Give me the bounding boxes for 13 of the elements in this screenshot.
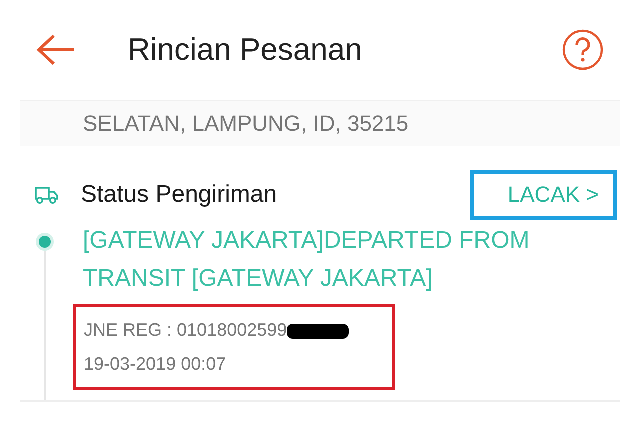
timestamp: 19-03-2019 00:07	[84, 354, 226, 374]
timeline-dot	[35, 232, 55, 252]
track-button[interactable]: LACAK >	[470, 170, 617, 220]
address-text: SELATAN, LAMPUNG, ID, 35215	[83, 110, 409, 138]
truck-icon	[35, 185, 59, 206]
courier-label: JNE REG :	[84, 320, 172, 340]
page-title: Rincian Pesanan	[128, 30, 362, 69]
section-title: Status Pengiriman	[81, 180, 278, 210]
back-icon[interactable]	[36, 34, 76, 66]
tracking-event: [GATEWAY JAKARTA]DEPARTED FROM TRANSIT [GATEWAY JAKARTA]	[83, 226, 531, 294]
help-icon[interactable]	[562, 29, 604, 71]
tracking-number: 01018002599	[177, 320, 288, 340]
redaction-mark	[287, 324, 350, 340]
